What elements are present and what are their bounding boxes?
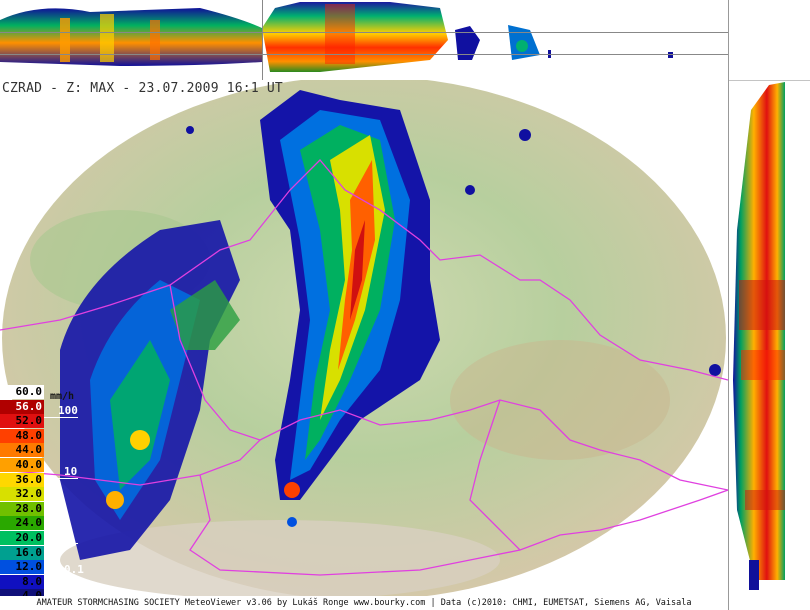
side-cross-section-panel: [728, 80, 810, 610]
rain-rate-tick: [44, 478, 78, 479]
legend-item: 24.0: [0, 516, 44, 531]
legend-item: 52.0: [0, 414, 44, 429]
radar-map-svg: [0, 80, 728, 596]
radar-map[interactable]: [0, 80, 728, 596]
legend-item: 40.0: [0, 458, 44, 472]
rain-rate-tick: [44, 576, 78, 577]
rain-rate-label: 1: [64, 530, 71, 543]
legend-item: 32.0: [0, 487, 44, 502]
legend-item: 44.0: [0, 443, 44, 458]
top-cross-section: [0, 2, 673, 72]
top-cross-section-panel: [0, 0, 728, 81]
grid-line: [262, 0, 263, 80]
grid-line: [0, 32, 728, 33]
legend-item: 12.0: [0, 560, 44, 575]
legend-item: 28.0: [0, 501, 44, 516]
legend-item: 60.0: [0, 385, 44, 399]
storm-core-south: [284, 482, 300, 498]
rain-rate-label: 10: [64, 465, 78, 478]
legend-units: mm/h: [50, 391, 75, 402]
legend-item: 8.0: [0, 574, 44, 589]
corner-box: [728, 0, 810, 80]
legend-item: 56.0: [0, 399, 44, 414]
legend-item: 36.0: [0, 472, 44, 487]
rain-rate-tick: [44, 543, 78, 544]
map-title: CZRAD - Z: MAX - 23.07.2009 16:1 UT: [2, 81, 283, 96]
rain-rate-tick: [44, 417, 78, 418]
side-cross-section: [729, 80, 810, 590]
legend-item: 48.0: [0, 428, 44, 443]
legend-item: 20.0: [0, 531, 44, 545]
footer-credits: AMATEUR STORMCHASING SOCIETY MeteoViewer…: [0, 596, 728, 610]
rain-rate-label: 100: [58, 404, 78, 417]
rain-rate-label: 0.1: [64, 563, 84, 576]
legend-item: 16.0: [0, 545, 44, 560]
grid-line: [0, 54, 728, 55]
